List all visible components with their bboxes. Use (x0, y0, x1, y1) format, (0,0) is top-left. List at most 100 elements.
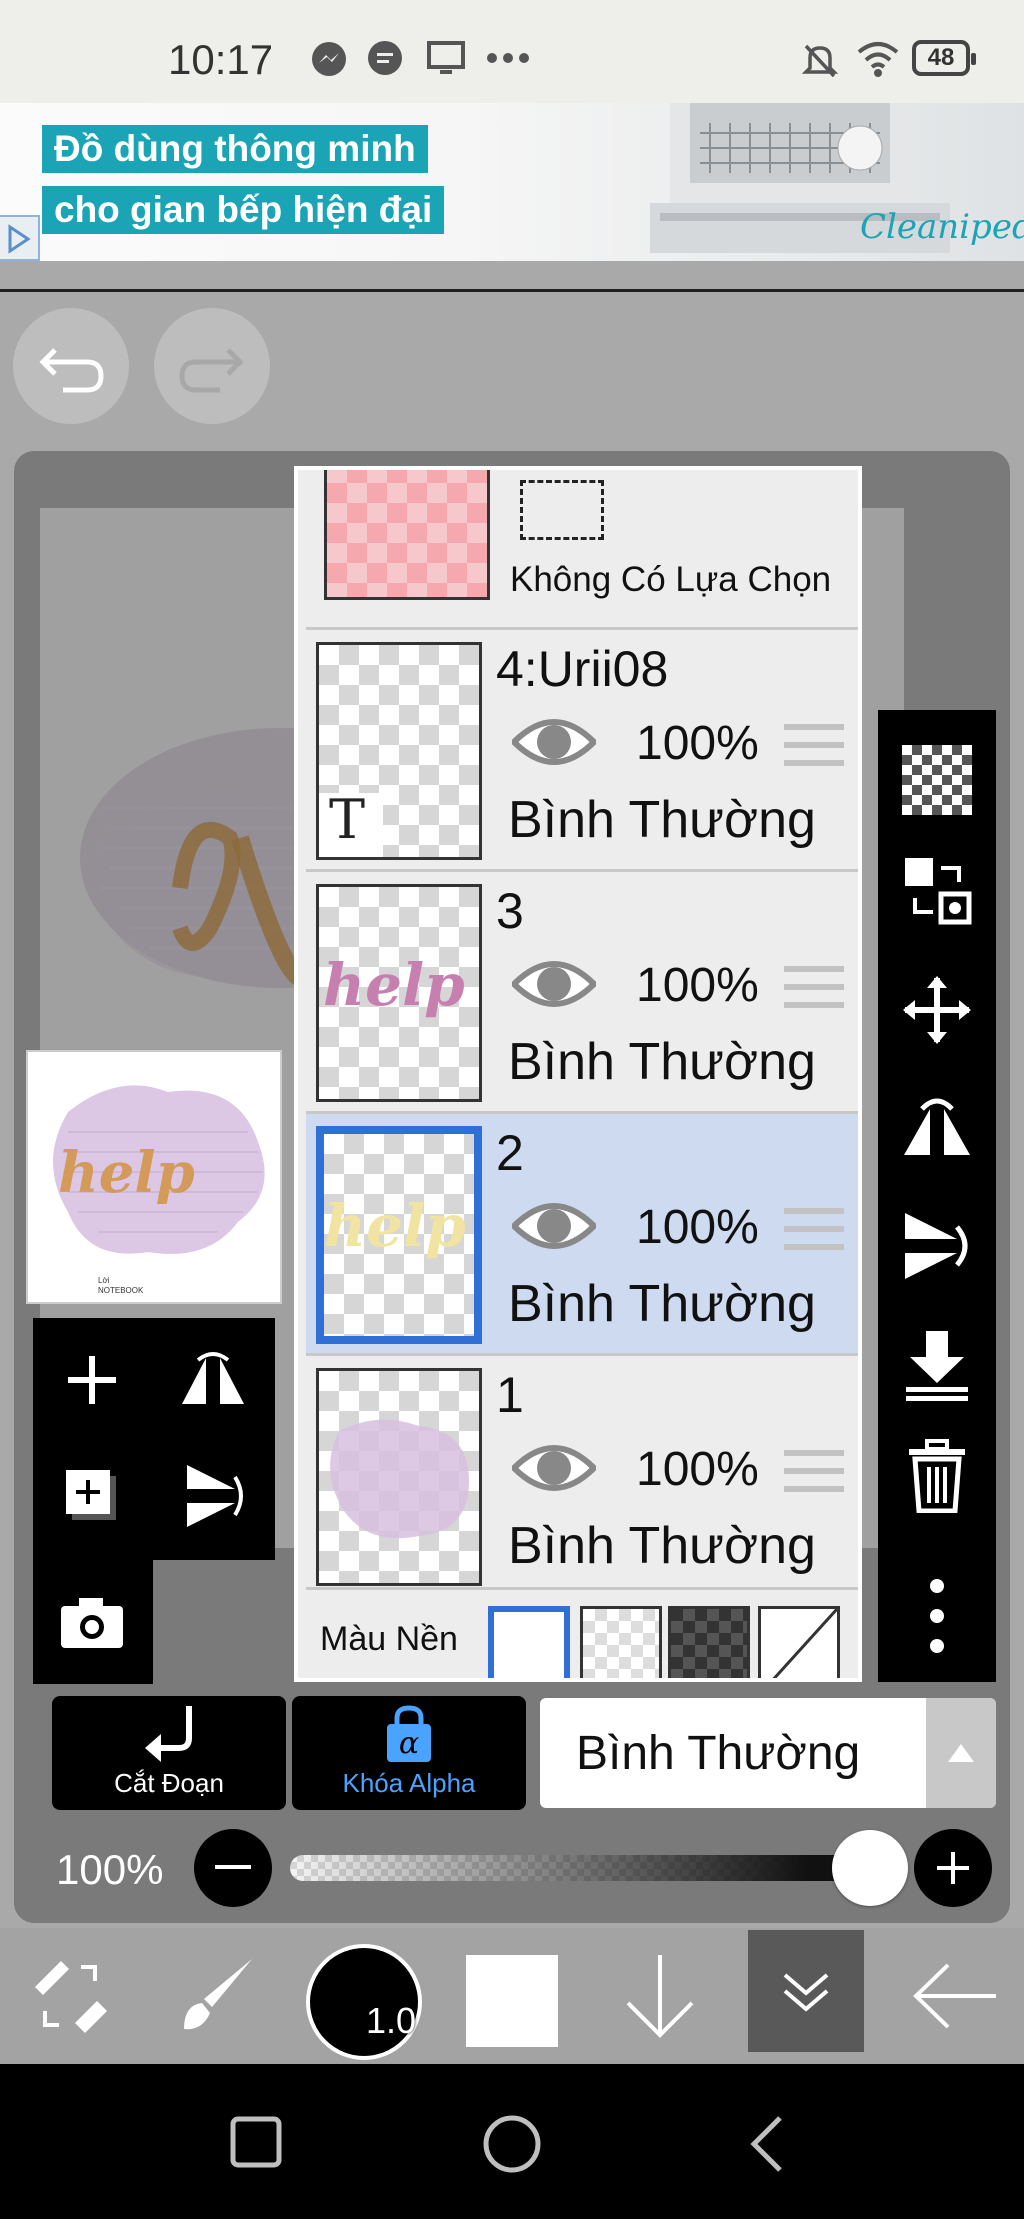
flip-vertical-button[interactable] (878, 1196, 996, 1296)
layers-toggle-button[interactable] (748, 1930, 864, 2052)
redo-button[interactable] (154, 308, 270, 424)
blend-mode-dropdown[interactable] (926, 1698, 996, 1808)
delete-layer-button[interactable] (878, 1426, 996, 1526)
text-layer-icon: T (329, 788, 366, 851)
drag-handle-icon[interactable] (784, 1208, 844, 1262)
home-icon[interactable] (482, 2114, 542, 2174)
brush-size-value: 1.0 (365, 2000, 416, 2041)
status-time: 10:17 (168, 36, 274, 83)
right-toolbar (878, 710, 996, 1682)
camera-button[interactable] (52, 1582, 132, 1662)
more-options-button[interactable] (878, 1566, 996, 1666)
arrow-down-icon (626, 1955, 694, 2038)
brush-icon (184, 1959, 252, 2030)
layer-opacity: 100% (636, 1201, 759, 1254)
drag-handle-icon[interactable] (784, 966, 844, 1020)
navigation-bar (0, 2064, 1024, 2219)
opacity-slider[interactable] (290, 1855, 898, 1881)
selection-label: Không Có Lựa Chọn (510, 560, 832, 599)
selection-thumbnail (324, 470, 490, 600)
ad-brand: Cleanipedia (860, 207, 1024, 247)
add-page-icon (66, 1470, 116, 1520)
alpha-lock-icon: α (387, 1705, 431, 1762)
eye-icon[interactable] (512, 1196, 596, 1256)
ad-headline-2: cho gian bếp hiện đại (42, 186, 445, 234)
tool-switch-button[interactable] (20, 1928, 120, 2064)
screen-cast-icon (427, 41, 465, 74)
blend-mode-select[interactable]: Bình Thường (540, 1698, 996, 1808)
layer-name: 1 (496, 1367, 524, 1423)
bell-muted-icon (801, 44, 839, 78)
duplicate-layer-button[interactable] (52, 1456, 132, 1536)
opacity-increase-button[interactable] (914, 1829, 992, 1907)
transparency-button[interactable] (878, 730, 996, 830)
more-dots-icon (487, 53, 529, 63)
layer-row[interactable]: 1 100% Bình Thường (306, 1356, 858, 1590)
swap-icon (905, 858, 972, 925)
ad-spacer (0, 261, 1024, 289)
blend-mode-value: Bình Thường (576, 1727, 861, 1780)
undo-icon (39, 348, 104, 393)
ad-choices-icon[interactable] (0, 215, 40, 261)
wifi-icon (857, 42, 899, 77)
selection-marquee-icon (520, 480, 604, 540)
flip-horizontal-button[interactable] (878, 1078, 996, 1178)
messenger-icon (312, 42, 346, 76)
eye-icon[interactable] (512, 954, 596, 1014)
back-icon[interactable] (746, 2114, 786, 2174)
diagonal-line-icon (772, 1607, 839, 1678)
layer-row[interactable]: help 3 100% Bình Thường (306, 872, 858, 1114)
undo-button[interactable] (13, 308, 129, 424)
merge-down-icon (906, 1331, 968, 1401)
clipping-button[interactable]: Cắt Đoạn (52, 1696, 286, 1810)
bg-transparent-swatch[interactable] (580, 1606, 662, 1678)
layer-row[interactable]: T 4:Urii08 100% Bình Thường (306, 630, 858, 872)
background-color-row: Màu Nền (298, 1590, 858, 1678)
trash-icon (909, 1439, 965, 1513)
merge-down-button[interactable] (878, 1314, 996, 1414)
bg-dark-swatch[interactable] (668, 1606, 750, 1678)
drag-handle-icon[interactable] (784, 1450, 844, 1504)
layer-blend-mode: Bình Thường (508, 1517, 816, 1575)
arrow-left-icon (913, 1963, 996, 2029)
alpha-lock-button[interactable]: α Khóa Alpha (292, 1696, 526, 1810)
brush-tool-button[interactable] (162, 1928, 272, 2064)
swap-layers-button[interactable] (878, 840, 996, 940)
plus-icon (937, 1852, 969, 1884)
layer-thumb-word: help (323, 951, 465, 1019)
svg-text:α: α (399, 1726, 419, 1761)
thumbnail-caption-2: NOTEBOOK (98, 1286, 144, 1295)
ad-banner[interactable]: Đồ dùng thông minh cho gian bếp hiện đại… (0, 103, 1024, 261)
eye-icon[interactable] (512, 1438, 596, 1498)
layer-row-selected[interactable]: help 2 100% Bình Thường (306, 1114, 858, 1356)
bg-white-swatch[interactable] (488, 1606, 570, 1678)
brush-size-indicator[interactable]: 1.0 (306, 1944, 422, 2060)
status-bar: 10:17 48 (0, 0, 1024, 103)
opacity-value: 100% (56, 1846, 164, 1893)
layer-thumb-word: help (324, 1192, 466, 1260)
back-arrow-button[interactable] (900, 1928, 1010, 2064)
ad-headline-1: Đồ dùng thông minh (42, 125, 428, 173)
color-swatch-button[interactable] (466, 1955, 558, 2047)
selection-layer-row[interactable]: Không Có Lựa Chọn (306, 470, 858, 630)
flip-layer-vertical-button[interactable] (173, 1456, 253, 1536)
eye-icon[interactable] (512, 712, 596, 772)
bg-none-swatch[interactable] (758, 1606, 840, 1678)
battery-level: 48 (927, 44, 955, 71)
flip-horizontal-icon (182, 1352, 244, 1404)
plus-icon (68, 1356, 116, 1404)
opacity-slider-thumb[interactable] (832, 1830, 908, 1906)
flip-vertical-icon (905, 1213, 968, 1279)
opacity-decrease-button[interactable] (194, 1829, 272, 1907)
canvas-thumbnail[interactable]: help Lời NOTEBOOK (26, 1050, 282, 1304)
move-button[interactable] (878, 960, 996, 1060)
checkerboard-icon (902, 745, 972, 815)
background-color-label: Màu Nền (320, 1620, 458, 1658)
flip-layer-horizontal-button[interactable] (173, 1340, 253, 1420)
layer-blend-mode: Bình Thường (508, 1275, 816, 1333)
recent-apps-icon[interactable] (230, 2116, 282, 2168)
download-arrow-button[interactable] (610, 1928, 710, 2064)
drag-handle-icon[interactable] (784, 724, 844, 778)
add-layer-button[interactable] (52, 1340, 132, 1420)
alpha-lock-label: Khóa Alpha (342, 1768, 476, 1798)
